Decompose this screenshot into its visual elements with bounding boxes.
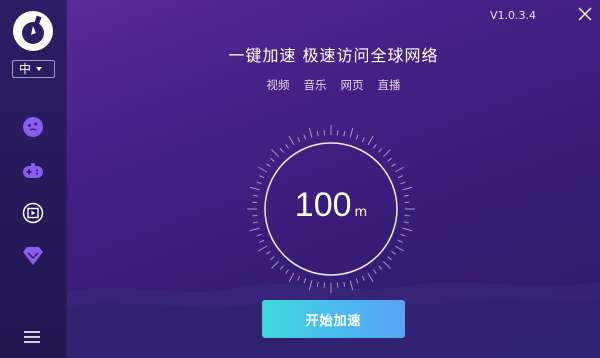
gauge-tick <box>266 251 271 255</box>
gauge-tick <box>387 256 392 261</box>
gauge-tick <box>259 239 265 243</box>
diamond-icon <box>23 247 43 265</box>
gauge-tick <box>367 272 374 282</box>
gauge-tick <box>361 275 365 281</box>
gauge-tick <box>271 260 280 269</box>
gauge-tick <box>285 144 289 149</box>
gauge-tick <box>316 131 319 137</box>
gauge-tick <box>270 256 275 261</box>
gauge-tick <box>402 227 413 232</box>
gauge-tick <box>378 265 383 270</box>
gauge-tick <box>394 245 404 252</box>
video-icon <box>22 202 44 224</box>
gauge-tick <box>367 136 374 146</box>
gauge-tick <box>382 149 391 158</box>
app-window: 中 V1.0.3.4 一键加速 极速访问全球网络 视频 音乐 网页 直播 100… <box>0 0 600 358</box>
gauge-tick <box>256 233 262 237</box>
tag-music: 音乐 <box>303 78 327 92</box>
language-select[interactable]: 中 <box>12 60 55 78</box>
gauge-tick <box>349 127 354 138</box>
gauge-tick <box>400 233 406 237</box>
app-logo <box>13 11 53 51</box>
language-label: 中 <box>19 62 32 76</box>
gauge-tick <box>279 148 284 153</box>
gauge-tick <box>387 157 392 162</box>
gauge-tick <box>355 278 359 284</box>
gauge-tick <box>285 269 289 274</box>
gauge-tick <box>271 149 280 158</box>
gauge-tick <box>391 251 396 255</box>
gauge-tick <box>343 131 346 137</box>
gauge-tick <box>308 280 313 291</box>
gauge-tick <box>279 265 284 270</box>
gamepad-icon <box>23 163 43 178</box>
gauge-tick <box>256 181 262 185</box>
gauge-tick <box>355 134 359 140</box>
tag-video: 视频 <box>266 78 290 92</box>
gauge-tick <box>349 280 354 291</box>
gauge-tick <box>303 134 307 140</box>
sidebar-item-video[interactable] <box>21 201 45 225</box>
gauge-tick <box>373 269 377 274</box>
sidebar-item-emoji[interactable] <box>21 115 45 139</box>
gauge-tick <box>400 181 406 185</box>
gauge-tick <box>343 281 346 287</box>
emoji-icon <box>23 117 43 137</box>
speed-value: 100 <box>294 186 352 224</box>
gauge-tick <box>394 166 404 173</box>
sidebar: 中 <box>0 0 67 358</box>
gauge-tick <box>397 239 403 243</box>
tag-list: 视频 音乐 网页 直播 <box>67 77 600 93</box>
gauge-tick <box>308 127 313 138</box>
sidebar-item-vip[interactable] <box>21 244 45 268</box>
gauge-tick <box>361 137 365 143</box>
close-icon[interactable] <box>577 6 593 22</box>
gauge-tick <box>258 166 268 173</box>
speed-unit: m <box>354 205 368 220</box>
gauge-tick <box>378 148 383 153</box>
speed-readout: 100 m <box>240 186 422 225</box>
start-acceleration-button[interactable]: 开始加速 <box>262 300 405 338</box>
gauge-tick <box>397 175 403 179</box>
gauge-tick <box>288 136 295 146</box>
gauge-tick <box>266 163 271 167</box>
gauge-tick <box>297 137 301 143</box>
gauge-tick <box>316 281 319 287</box>
tag-live: 直播 <box>377 78 401 92</box>
gauge-tick <box>297 275 301 281</box>
gauge-tick <box>258 245 268 252</box>
headline: 一键加速 极速访问全球网络 <box>228 46 439 65</box>
gauge-tick <box>382 260 391 269</box>
gauge-tick <box>259 175 265 179</box>
gauge-tick <box>288 272 295 282</box>
main-panel: V1.0.3.4 一键加速 极速访问全球网络 视频 音乐 网页 直播 100 m … <box>67 0 600 358</box>
gauge-tick <box>270 157 275 162</box>
gauge-tick <box>303 278 307 284</box>
menu-icon[interactable] <box>24 331 40 343</box>
tag-web: 网页 <box>340 78 364 92</box>
gauge-tick <box>391 163 396 167</box>
gauge-tick <box>373 144 377 149</box>
sidebar-item-game[interactable] <box>21 159 45 183</box>
gauge-tick <box>249 227 260 232</box>
version-label: V1.0.3.4 <box>490 9 537 22</box>
chevron-down-icon <box>36 67 43 71</box>
